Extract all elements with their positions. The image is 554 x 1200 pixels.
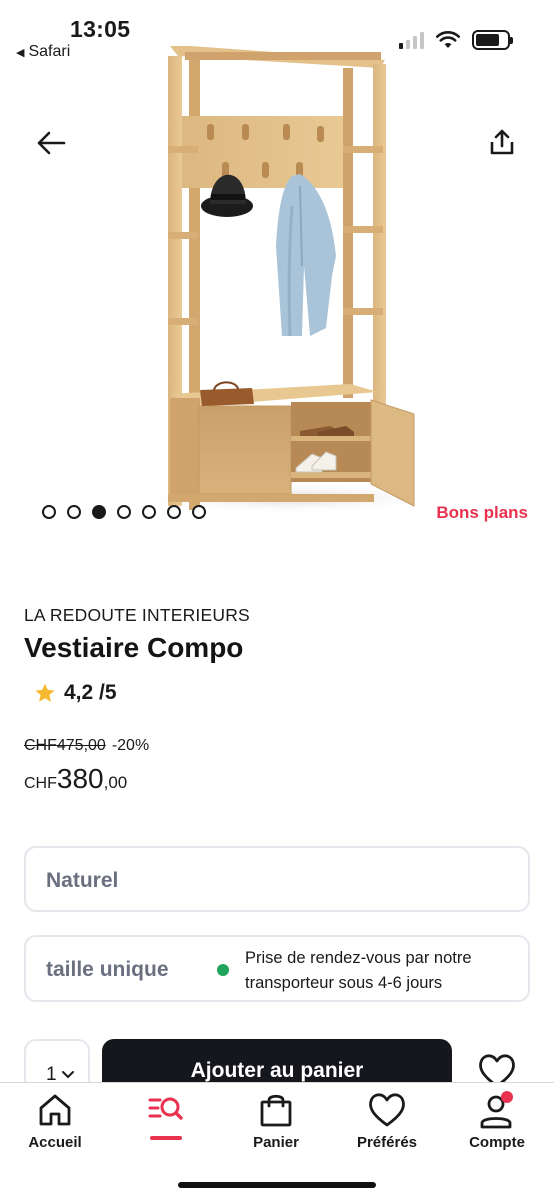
carousel-dot[interactable] xyxy=(117,505,131,519)
shopping-bag-icon xyxy=(260,1094,292,1127)
share-button[interactable] xyxy=(484,124,520,160)
product-brand[interactable]: LA REDOUTE INTERIEURS xyxy=(24,605,250,626)
product-title: Vestiaire Compo xyxy=(24,632,244,663)
user-icon xyxy=(480,1091,513,1129)
tab-accueil[interactable]: Accueil xyxy=(0,1083,110,1163)
share-icon xyxy=(490,129,514,155)
carousel-dots xyxy=(42,505,206,519)
product-gallery[interactable] xyxy=(0,36,554,536)
home-icon xyxy=(39,1094,71,1126)
rating-value: 4,2 /5 xyxy=(64,681,117,704)
tab-panier-label: Panier xyxy=(253,1134,299,1151)
tab-compte-label: Compte xyxy=(469,1134,525,1151)
carousel-dot[interactable] xyxy=(167,505,181,519)
carousel-dot[interactable] xyxy=(192,505,206,519)
color-selector[interactable]: Naturel xyxy=(24,846,530,912)
size-value: taille unique xyxy=(46,958,169,981)
tab-accueil-label: Accueil xyxy=(28,1134,82,1151)
add-to-cart-label: Ajouter au panier xyxy=(190,1059,364,1082)
heart-icon xyxy=(369,1093,405,1127)
carousel-dot[interactable] xyxy=(67,505,81,519)
active-tab-indicator xyxy=(150,1136,182,1140)
tab-panier[interactable]: Panier xyxy=(221,1083,331,1163)
menu-search-icon xyxy=(148,1097,183,1120)
carousel-dot[interactable] xyxy=(92,505,106,519)
tab-preferes-label: Préférés xyxy=(356,1134,418,1151)
carousel-dot[interactable] xyxy=(142,505,156,519)
star-icon xyxy=(35,683,55,702)
home-indicator xyxy=(178,1182,376,1188)
price-decimal: ,00 xyxy=(103,773,128,792)
carousel-dot[interactable] xyxy=(42,505,56,519)
chevron-down-icon xyxy=(61,1070,74,1079)
size-selector[interactable]: taille unique Prise de rendez-vous par n… xyxy=(24,935,530,1002)
current-price: CHF 380 ,00 xyxy=(24,763,127,795)
color-value: Naturel xyxy=(46,869,119,892)
price-integer: 380 xyxy=(56,763,104,794)
tab-compte[interactable]: Compte xyxy=(442,1083,552,1163)
old-price: CHF475,00 xyxy=(24,737,106,754)
tab-menu-search[interactable] xyxy=(111,1083,221,1163)
coat-rack-bench-image xyxy=(130,46,450,514)
tab-preferes[interactable]: Préférés xyxy=(332,1083,442,1163)
availability-dot-icon xyxy=(217,964,229,976)
discount-badge: -20% xyxy=(111,737,150,754)
old-price-row: CHF475,00 -20% xyxy=(24,737,149,755)
delivery-info: Prise de rendez-vous par notre transport… xyxy=(245,949,472,992)
product-rating[interactable]: 4,2 /5 xyxy=(34,681,117,705)
arrow-left-icon xyxy=(37,131,66,155)
promo-link[interactable]: Bons plans xyxy=(436,503,528,523)
back-button[interactable] xyxy=(34,126,68,160)
price-currency: CHF xyxy=(24,775,57,792)
notification-badge xyxy=(501,1091,513,1103)
